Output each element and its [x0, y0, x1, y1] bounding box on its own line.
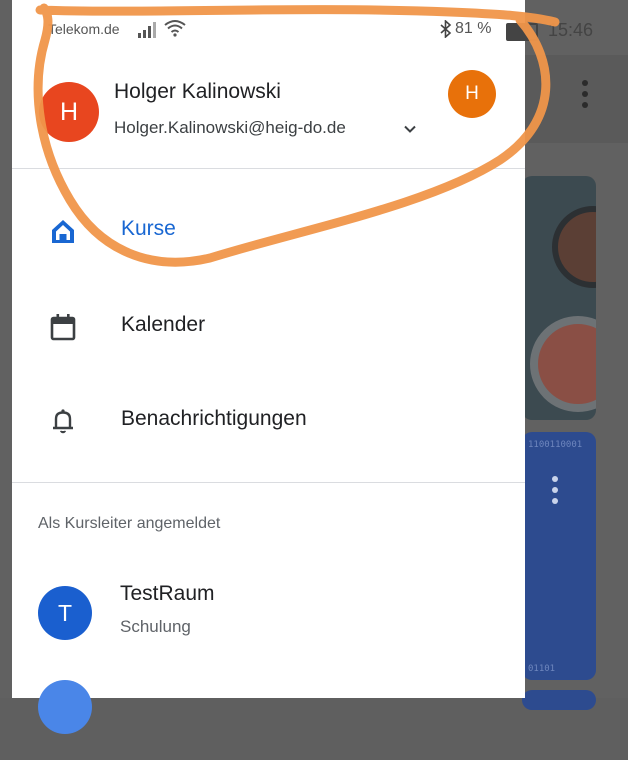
home-icon	[52, 220, 74, 243]
nav-item-kalender[interactable]: Kalender	[12, 296, 525, 356]
nav-item-kurse[interactable]: Kurse	[12, 200, 525, 260]
account-avatar-letter: H	[59, 97, 79, 126]
course-avatar-letter: T	[57, 599, 73, 626]
header-divider	[12, 168, 525, 169]
calendar-icon	[50, 314, 76, 341]
card-more-icon	[552, 476, 560, 509]
chevron-down-icon[interactable]	[402, 121, 418, 137]
course-item-testraum[interactable]: T TestRaum Schulung	[12, 582, 525, 666]
account-name: Holger Kalinowski	[114, 80, 281, 103]
status-time: 15:46	[548, 20, 594, 40]
background-app-bar	[520, 55, 628, 143]
signal-icon	[138, 22, 156, 38]
section-header: Als Kursleiter angemeldet	[38, 515, 221, 532]
background-course-card-3	[522, 690, 596, 710]
nav-item-benachrichtigungen[interactable]: Benachrichtigungen	[12, 390, 525, 450]
secondary-avatar-letter: H	[465, 83, 479, 104]
card-binary-text-bottom: 01101	[528, 664, 556, 674]
account-avatar[interactable]: H	[39, 82, 99, 142]
nav-label-kurse: Kurse	[121, 217, 176, 240]
carrier-name: Telekom.de	[48, 21, 120, 37]
course-avatar: T	[38, 586, 92, 640]
nav-label-benachrichtigungen: Benachrichtigungen	[121, 407, 307, 430]
course-name: TestRaum	[120, 582, 215, 605]
wifi-icon	[164, 20, 186, 37]
bell-icon	[53, 409, 73, 434]
course-avatar-partial	[38, 680, 92, 734]
bluetooth-icon	[440, 20, 452, 38]
navigation-drawer: Telekom.de 81 % 15:46 H Holger Kalinowsk…	[12, 0, 593, 734]
secondary-account-avatar[interactable]: H	[448, 70, 496, 118]
course-subtitle: Schulung	[120, 617, 191, 636]
nav-label-kalender: Kalender	[121, 313, 206, 336]
battery-icon	[506, 23, 538, 41]
nav-divider	[12, 482, 525, 483]
background-course-card-1	[522, 176, 596, 420]
status-bar: Telekom.de 81 % 15:46	[12, 0, 593, 52]
account-email[interactable]: Holger.Kalinowski@heig-do.de	[114, 118, 346, 138]
course-item-partial[interactable]	[12, 680, 525, 760]
battery-level: 81 %	[455, 20, 492, 37]
background-course-card-2: 1100110001 01101	[522, 432, 596, 680]
more-vert-icon	[578, 80, 592, 120]
card-binary-text-top: 1100110001	[528, 440, 583, 450]
